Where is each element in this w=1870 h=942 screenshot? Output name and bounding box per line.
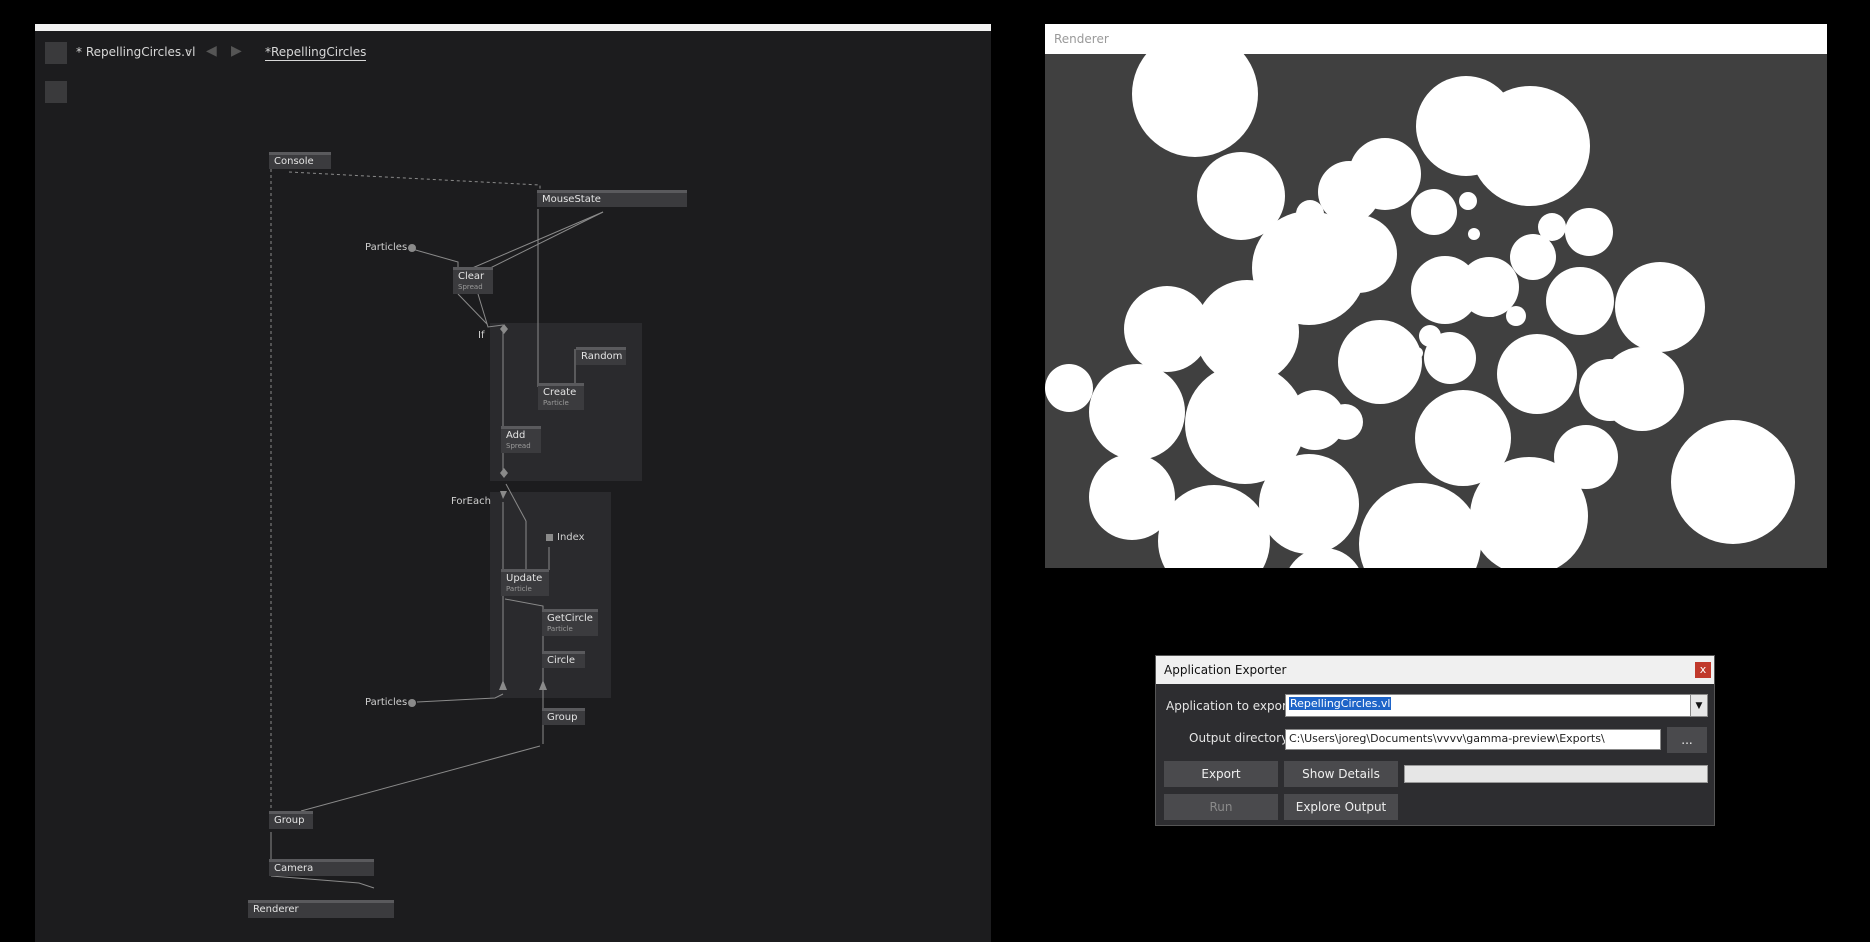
particle-circle [1045,364,1093,412]
renderer-canvas[interactable] [1045,54,1827,568]
exporter-title-text: Application Exporter [1164,663,1287,677]
particle-circle [1546,267,1614,335]
particle-circle [1411,347,1423,359]
node-create[interactable]: Create Particle [538,383,584,410]
explore-output-button[interactable]: Explore Output [1284,794,1398,820]
particle-circle [1538,213,1566,241]
dropdown-arrow-icon[interactable]: ▼ [1690,695,1707,716]
particles-pad-bottom[interactable]: Particles [365,697,407,708]
node-renderer[interactable]: Renderer [248,900,394,918]
node-mousestate[interactable]: MouseState [537,190,687,207]
particle-circle [1132,54,1258,157]
exporter-title: Application Exporter [1156,656,1714,684]
foreach-region-label: ForEach [451,496,491,507]
node-random[interactable]: Random [576,347,626,365]
particle-circle [1241,457,1263,479]
patch-links [270,169,604,889]
node-getcircle[interactable]: GetCircle Particle [542,609,598,636]
particles-pad-top[interactable]: Particles [365,242,407,253]
show-details-button[interactable]: Show Details [1284,761,1398,787]
particle-circle [1485,303,1499,317]
particle-circle [1588,239,1602,253]
node-circle[interactable]: Circle [542,651,585,668]
run-button[interactable]: Run [1164,794,1278,820]
particle-circle [1319,215,1397,293]
patch-canvas[interactable]: If ForEach Particles Particles Index Con… [35,24,991,942]
app-to-export-label: Application to export [1166,699,1292,713]
particle-circle [1411,189,1457,235]
export-button[interactable]: Export [1164,761,1278,787]
patch-editor: * RepellingCircles.vl ⌄ ◀ ▶ *RepellingCi… [35,24,991,942]
app-to-export-value: RepellingCircles.vl [1289,697,1392,710]
particle-circle [1338,320,1422,404]
particle-circle [1318,161,1380,223]
node-camera[interactable]: Camera [269,859,374,876]
export-progress-bar [1404,765,1708,783]
particle-circle [1089,364,1185,460]
node-clear[interactable]: Clear Spread [453,267,493,294]
node-update[interactable]: Update Particle [501,569,549,596]
particle-circle [1296,200,1324,228]
particle-circle [1671,420,1795,544]
particle-circle [1419,325,1441,347]
particle-circle [1470,86,1590,206]
node-group-outer[interactable]: Group [269,811,313,829]
browse-button[interactable]: ... [1667,727,1707,753]
output-directory-input[interactable]: C:\Users\joreg\Documents\vvvv\gamma-prev… [1285,729,1661,750]
index-pad[interactable]: Index [557,532,585,543]
close-button[interactable]: x [1695,662,1711,678]
node-group-inner[interactable]: Group [542,708,585,725]
app-to-export-select[interactable]: RepellingCircles.vl ▼ [1285,694,1708,717]
if-region-label: If [478,330,485,341]
renderer-title: Renderer [1045,24,1827,54]
particle-circle [1506,306,1526,326]
application-exporter-dialog: Application Exporter x Application to ex… [1155,655,1715,826]
particle-circle [1359,483,1481,568]
particle-circle [1600,347,1684,431]
renderer-window: Renderer [1045,24,1827,568]
particle-circle [1411,256,1479,324]
particle-circle [1510,234,1556,280]
particle-circle [1259,454,1359,554]
node-console[interactable]: Console [269,152,331,169]
particle-circle [1497,334,1577,414]
particle-circle [1615,262,1705,352]
particle-circle [1570,220,1582,232]
particle-circle [1124,286,1210,372]
node-add[interactable]: Add Spread [501,426,541,453]
particle-circle [1459,192,1477,210]
particle-circle [1468,228,1480,240]
output-directory-label: Output directory [1189,731,1289,745]
particle-circle [1327,404,1363,440]
